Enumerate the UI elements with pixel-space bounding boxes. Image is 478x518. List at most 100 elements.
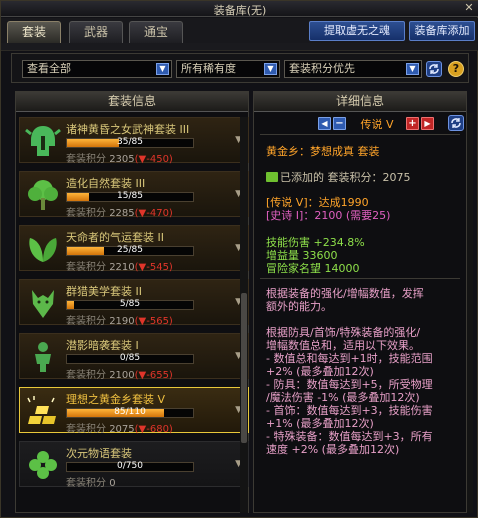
suit-progress-text: 0/750 (117, 461, 143, 471)
grade-prev-button[interactable]: − (333, 117, 346, 130)
rarity-select[interactable]: 所有稀有度 ▼ (176, 60, 280, 78)
suit-item[interactable]: 潜影暗袭套装 I 0/85 套装积分 2100(▼-655) ▼ (19, 333, 249, 381)
suit-progress-text: 0/85 (119, 353, 141, 363)
desc-line: - 防具：数值每达到+5，所受物理 (266, 378, 433, 391)
shadow-figure-icon (24, 338, 62, 376)
extract-soul-button[interactable]: 提取虚无之魂 (309, 21, 405, 41)
epic-requirement: [史诗 I]：2100 (需要25) (266, 209, 391, 222)
valkyrie-helmet-icon (24, 122, 62, 160)
suit-name: 造化自然套装 III (66, 177, 146, 190)
divider (260, 134, 460, 135)
leaf-icon (24, 230, 62, 268)
suit-score-label: 套装积分 (66, 370, 106, 381)
suit-score-value: 2285 (109, 208, 135, 219)
title-bar: 装备库(无) ✕ (1, 1, 478, 17)
tab-row: 套装 武器 通宝 (1, 18, 478, 43)
sort-select[interactable]: 套装积分优先 ▼ (284, 60, 422, 78)
help-icon[interactable]: ? (448, 61, 464, 77)
suit-score-delta: (▼-545) (134, 262, 173, 273)
stat-line: 技能伤害 +234.8% (266, 236, 365, 249)
detail-scrollbar[interactable] (467, 113, 473, 513)
suit-progress-text: 15/85 (117, 191, 143, 201)
suit-score-delta: (▼-565) (134, 316, 173, 327)
stat-line: 冒险家名望 14000 (266, 262, 360, 275)
set-title: 黄金乡：梦想成真 套装 (266, 145, 380, 158)
suit-score-row: 套装积分 2305(▼-450) (66, 150, 173, 165)
suit-score-value: 2190 (109, 316, 135, 327)
suit-score-row: 套装积分 2075(▼-680) (66, 420, 173, 435)
suit-item[interactable]: 诸神黄昏之女武神套装 III 35/85 套装积分 2305(▼-450) ▼ (19, 117, 249, 165)
desc-line: 速度 +2% (最多叠加12次) (266, 443, 400, 456)
refresh-icon[interactable] (448, 115, 464, 131)
suit-progress-text: 25/85 (117, 245, 143, 255)
tab-suit[interactable]: 套装 (7, 21, 61, 43)
desc-line: - 数值总和每达到+1时，技能范围 (266, 352, 433, 365)
suit-score-label: 套装积分 (66, 424, 106, 435)
suit-score-label: 套装积分 (66, 478, 106, 489)
tab-treasure[interactable]: 通宝 (129, 21, 183, 43)
grade-next-button[interactable]: + (406, 117, 419, 130)
suit-item[interactable]: 天命者的气运套装 II 25/85 套装积分 2210(▼-545) ▼ (19, 225, 249, 273)
desc-line: 根据防具/首饰/特殊装备的强化/ (266, 326, 421, 339)
close-icon[interactable]: ✕ (463, 2, 475, 14)
chevron-down-icon[interactable]: ▼ (264, 63, 277, 75)
desc-line: 增幅数值总和，适用以下效果。 (266, 339, 420, 352)
chevron-down-icon[interactable]: ▼ (406, 63, 419, 75)
desc-line: +2% (最多叠加12次) (266, 365, 374, 378)
suit-list-header: 套装信息 (16, 92, 248, 112)
suit-progress-text: 5/85 (119, 299, 141, 309)
add-equipment-button[interactable]: 装备库添加 (409, 21, 475, 41)
suit-item[interactable]: 群猎美学套装 II 5/85 套装积分 2190(▼-565) ▼ (19, 279, 249, 327)
suit-item[interactable]: 理想之黄金乡套装 V 85/110 套装积分 2075(▼-680) ▼ (19, 387, 249, 435)
suit-name: 理想之黄金乡套装 V (66, 393, 166, 406)
added-score-label: 已添加的 套装积分： (280, 171, 383, 184)
added-score-row: 已添加的 套装积分：2075 (266, 171, 411, 184)
detail-panel: 详细信息 ◀ − 传说 V + ▶ 黄金乡：梦想成真 套装 已添加的 套装积分：… (253, 91, 467, 513)
suit-score-value: 2075 (109, 424, 135, 435)
suit-name: 诸神黄昏之女武神套装 III (66, 123, 190, 136)
suit-progress-bar: 25/85 (66, 245, 194, 256)
suit-score-value: 2100 (109, 370, 135, 381)
suit-name: 次元物语套装 (66, 447, 132, 460)
grade-first-icon[interactable]: ◀ (318, 117, 331, 130)
desc-line: +1% (最多叠加12次) (266, 417, 374, 430)
suit-progress-bar: 0/85 (66, 353, 194, 364)
suit-score-row: 套装积分 2190(▼-565) (66, 312, 173, 327)
wolf-icon (24, 284, 62, 322)
suit-score-label: 套装积分 (66, 208, 106, 219)
gold-bars-icon (24, 392, 62, 430)
rarity-value: 所有稀有度 (181, 62, 236, 75)
suit-score-row: 套装积分 2210(▼-545) (66, 258, 173, 273)
suit-name: 天命者的气运套装 II (66, 231, 164, 244)
desc-line: - 特殊装备：数值每达到+3，所有 (266, 430, 433, 443)
sort-value: 套装积分优先 (289, 62, 355, 75)
suit-item[interactable]: 造化自然套装 III 15/85 套装积分 2285(▼-470) ▼ (19, 171, 249, 219)
suit-progress-text: 85/110 (114, 407, 146, 417)
desc-line: 额外的能力。 (266, 300, 332, 313)
suit-score-row: 套装积分 2285(▼-470) (66, 204, 173, 219)
clover-icon (24, 446, 62, 484)
suit-progress-text: 35/85 (117, 137, 143, 147)
suit-score-label: 套装积分 (66, 316, 106, 327)
chevron-down-icon[interactable]: ▼ (156, 63, 169, 75)
suit-score-delta: (▼-470) (134, 208, 173, 219)
detail-header: 详细信息 (254, 92, 466, 112)
suit-item[interactable]: 次元物语套装 0/750 套装积分 0 ▼ (19, 441, 249, 489)
grade-last-icon[interactable]: ▶ (421, 117, 434, 130)
suit-progress-bar: 0/750 (66, 461, 194, 472)
legend-requirement: [传说 V]：达成1990 (266, 196, 369, 209)
refresh-icon[interactable] (426, 61, 442, 77)
filter-bar: 查看全部 ▼ 所有稀有度 ▼ 套装积分优先 ▼ ? (11, 53, 469, 83)
set-badge-icon (266, 172, 278, 182)
category-select[interactable]: 查看全部 ▼ (22, 60, 172, 78)
suit-list-scrollbar[interactable] (240, 117, 248, 513)
suit-score-label: 套装积分 (66, 154, 106, 165)
added-score-value: 2075 (382, 171, 411, 184)
desc-line: 根据装备的强化/增幅数值，发挥 (266, 287, 424, 300)
tab-weapon[interactable]: 武器 (69, 21, 123, 43)
divider (260, 278, 460, 279)
stat-line: 增益量 33600 (266, 249, 338, 262)
scroll-thumb[interactable] (241, 293, 247, 443)
suit-progress-bar: 15/85 (66, 191, 194, 202)
suit-score-label: 套装积分 (66, 262, 106, 273)
